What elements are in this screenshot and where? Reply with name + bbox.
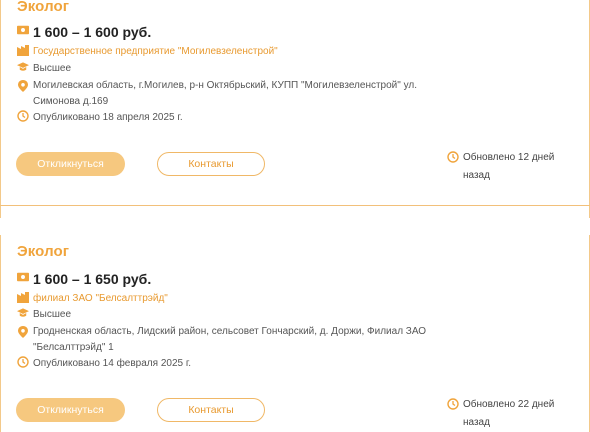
building-icon [17, 44, 29, 56]
company-row: филиал ЗАО "Белсалттрэйд" [17, 291, 168, 307]
contacts-button[interactable]: Контакты [157, 398, 265, 422]
address-row: Гродненская область, Лидский район, сель… [17, 324, 426, 356]
vacancy-title[interactable]: Эколог [17, 0, 69, 15]
clock-icon [17, 110, 29, 122]
salary-text: 1 600 – 1 600 руб. [33, 24, 152, 40]
contacts-button[interactable]: Контакты [157, 152, 265, 176]
card-border [0, 235, 1, 432]
address-line: Могилевская область, г.Могилев, р-н Октя… [33, 80, 417, 91]
salary-text: 1 600 – 1 650 руб. [33, 271, 152, 287]
card-border [0, 0, 1, 218]
clock-icon [447, 397, 459, 410]
location-pin-icon [17, 80, 29, 92]
address-line: Гродненская область, Лидский район, сель… [33, 326, 427, 337]
company-row: Государственное предприятие "Могилевзеле… [17, 44, 278, 60]
address-line: Симонова д.169 [33, 96, 109, 107]
updated-text: Обновлено 12 дней [463, 152, 555, 163]
vacancy-card: Эколог 1 600 – 1 600 руб. Государственно… [0, 0, 590, 218]
address-row: Могилевская область, г.Могилев, р-н Октя… [17, 78, 417, 110]
vacancy-title[interactable]: Эколог [17, 243, 69, 260]
clock-icon [447, 150, 459, 163]
updated-info: Обновлено 12 дней назад [447, 149, 573, 185]
published-date: Опубликовано 18 апреля 2025 г. [33, 112, 183, 123]
education-text: Высшее [33, 309, 72, 320]
graduation-cap-icon [17, 61, 29, 73]
money-icon [17, 271, 29, 283]
card-divider [0, 205, 590, 206]
location-pin-icon [17, 326, 29, 338]
updated-text: назад [463, 417, 490, 428]
money-icon [17, 24, 29, 36]
updated-text: назад [463, 170, 490, 181]
education-row: Высшее [17, 307, 71, 323]
updated-info: Обновлено 22 дней назад [447, 396, 573, 432]
address-line: "Белсалттрэйд" 1 [33, 342, 114, 353]
company-link[interactable]: филиал ЗАО "Белсалттрэйд" [33, 291, 168, 307]
published-date: Опубликовано 14 февраля 2025 г. [33, 358, 192, 369]
education-text: Высшее [33, 63, 72, 74]
updated-text: Обновлено 22 дней [463, 399, 555, 410]
apply-button[interactable]: Откликнуться [16, 152, 125, 176]
published-row: Опубликовано 14 февраля 2025 г. [17, 356, 191, 372]
apply-button[interactable]: Откликнуться [16, 398, 125, 422]
vacancy-card: Эколог 1 600 – 1 650 руб. филиал ЗАО "Бе… [0, 235, 590, 432]
salary-row: 1 600 – 1 650 руб. [17, 271, 151, 287]
published-row: Опубликовано 18 апреля 2025 г. [17, 110, 183, 126]
building-icon [17, 291, 29, 303]
clock-icon [17, 356, 29, 368]
company-link[interactable]: Государственное предприятие "Могилевзеле… [33, 44, 278, 60]
education-row: Высшее [17, 61, 71, 77]
graduation-cap-icon [17, 307, 29, 319]
salary-row: 1 600 – 1 600 руб. [17, 24, 151, 40]
